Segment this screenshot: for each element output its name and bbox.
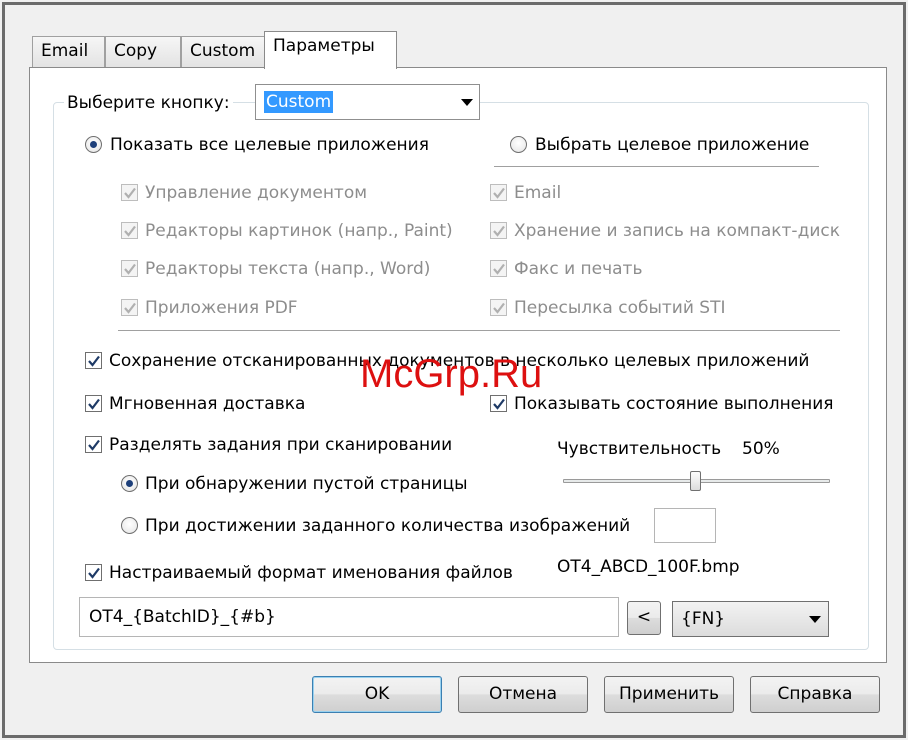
instant-delivery-checkbox[interactable] <box>85 395 102 412</box>
tab-email[interactable]: Email <box>32 36 105 67</box>
app-email-label: Email <box>514 183 562 203</box>
split-image-count-radio[interactable] <box>121 517 138 534</box>
button-select-value: Custom <box>264 91 334 113</box>
filename-preview: OT4_ABCD_100F.bmp <box>557 557 740 577</box>
app-text-editors-label: Редакторы текста (напр., Word) <box>145 259 431 279</box>
chevron-down-icon <box>461 99 473 106</box>
checkmark-icon <box>88 439 100 451</box>
show-all-targets-label: Показать все целевые приложения <box>110 135 429 155</box>
split-jobs-checkbox[interactable] <box>85 436 102 453</box>
token-dropdown[interactable]: {FN} <box>672 601 829 637</box>
checkmark-icon <box>493 398 505 410</box>
app-fax-print-label: Факс и печать <box>514 259 643 279</box>
custom-naming-label: Настраиваемый формат именования файлов <box>109 563 513 583</box>
tab-parameters[interactable]: Параметры <box>264 31 397 69</box>
checkmark-icon <box>124 187 136 199</box>
choose-target-radio[interactable] <box>510 136 527 153</box>
app-fax-print-checkbox[interactable] <box>490 260 507 277</box>
separator <box>118 330 840 331</box>
show-progress-label: Показывать состояние выполнения <box>514 394 834 414</box>
sensitivity-value: 50% <box>742 439 780 459</box>
split-blank-page-radio[interactable] <box>121 475 138 492</box>
button-select-label: Выберите кнопку: <box>64 92 233 114</box>
show-all-targets-radio[interactable] <box>85 136 102 153</box>
app-text-editors-checkbox[interactable] <box>121 260 138 277</box>
app-email-checkbox[interactable] <box>490 184 507 201</box>
checkmark-icon <box>88 567 100 579</box>
image-count-input[interactable] <box>654 508 716 543</box>
app-cd-storage-label: Хранение и запись на компакт-диск <box>514 221 840 241</box>
app-pdf-label: Приложения PDF <box>145 298 298 318</box>
split-image-count-label: При достижении заданного количества изоб… <box>145 516 631 536</box>
checkmark-icon <box>124 263 136 275</box>
checkmark-icon <box>493 187 505 199</box>
checkmark-icon <box>88 398 100 410</box>
cancel-button[interactable]: Отмена <box>458 676 588 713</box>
checkmark-icon <box>493 225 505 237</box>
app-image-editors-checkbox[interactable] <box>121 222 138 239</box>
help-button[interactable]: Справка <box>750 676 880 713</box>
choose-target-label: Выбрать целевое приложение <box>535 135 810 155</box>
watermark: McGrp.Ru <box>360 352 543 396</box>
button-select-dropdown[interactable]: Custom <box>255 84 480 120</box>
apply-button[interactable]: Применить <box>604 676 734 713</box>
instant-delivery-label: Мгновенная доставка <box>109 394 306 414</box>
sensitivity-label: Чувствительность <box>557 439 722 459</box>
checkmark-icon <box>493 263 505 275</box>
checkmark-icon <box>124 225 136 237</box>
custom-naming-checkbox[interactable] <box>85 564 102 581</box>
tab-custom[interactable]: Custom <box>181 36 265 67</box>
filename-format-input[interactable]: OT4_{BatchID}_{#b} <box>79 597 619 637</box>
show-progress-checkbox[interactable] <box>490 395 507 412</box>
sensitivity-slider-thumb[interactable] <box>690 471 701 491</box>
app-document-management-checkbox[interactable] <box>121 184 138 201</box>
app-sti-forwarding-label: Пересылка событий STI <box>514 298 726 318</box>
filename-format-value: OT4_{BatchID}_{#b} <box>89 607 276 627</box>
insert-token-button[interactable]: < <box>627 601 661 635</box>
checkmark-icon <box>493 302 505 314</box>
token-dropdown-value: {FN} <box>681 609 726 629</box>
chevron-down-icon <box>809 616 821 623</box>
ok-button[interactable]: OK <box>312 676 442 713</box>
tab-copy[interactable]: Copy <box>105 36 181 67</box>
checkmark-icon <box>88 355 100 367</box>
app-pdf-checkbox[interactable] <box>121 299 138 316</box>
separator <box>494 166 819 167</box>
split-jobs-label: Разделять задания при сканировании <box>109 435 453 455</box>
app-sti-forwarding-checkbox[interactable] <box>490 299 507 316</box>
app-document-management-label: Управление документом <box>145 183 368 203</box>
app-cd-storage-checkbox[interactable] <box>490 222 507 239</box>
split-blank-page-label: При обнаружении пустой страницы <box>145 474 468 494</box>
checkmark-icon <box>124 302 136 314</box>
multi-target-checkbox[interactable] <box>85 352 102 369</box>
app-image-editors-label: Редакторы картинок (напр., Paint) <box>145 221 453 241</box>
